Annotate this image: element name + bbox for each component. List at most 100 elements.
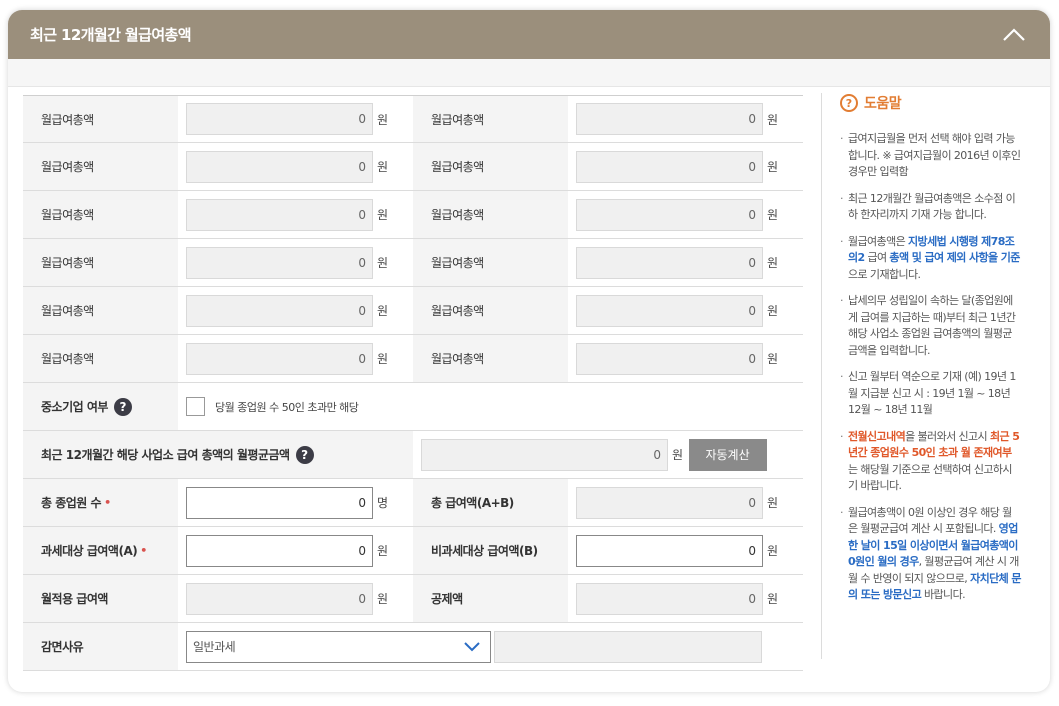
applied-label: 월적용 급여액 [23,575,178,622]
reduction-selected: 일반과세 [193,640,236,654]
monthly-pay-input[interactable] [576,246,763,279]
monthly-pay-input[interactable] [576,342,763,375]
unit-label: 원 [767,208,778,222]
unit-label: 원 [767,112,778,127]
form-table: 월급여총액 원 월급여총액 원 월급여총액 원 월급여총액 원 월급여총액 원 … [23,95,803,671]
chevron-up-icon [1003,27,1025,41]
unit-label: 원 [767,352,778,366]
help-text: 으로 기재합니다. [848,267,921,281]
help-text: 최근 12개월간 월급여총액은 소수점 이하 한자리까지 기재 가능 합니다. [848,191,1016,222]
row-label: 월급여총액 [413,96,568,142]
sme-label-text: 중소기업 여부 [41,400,108,414]
help-panel: ? 도움말 급여지급월을 먼저 선택 해야 입력 가능 합니다. ※ 급여지급월… [821,93,1022,659]
monthly-pay-input[interactable] [576,294,763,327]
row-label: 월급여총액 [413,143,568,190]
monthly-pay-input[interactable] [576,198,763,231]
help-item: 급여지급월을 먼저 선택 해야 입력 가능 합니다. ※ 급여지급월이 2016… [840,131,1021,181]
total-pay-label: 총 급여액(A+B) [413,479,568,526]
table-row: 과세대상 급여액(A)• 원 비과세대상 급여액(B) 원 [23,527,803,575]
sme-checkbox[interactable] [186,397,205,416]
taxable-input[interactable] [186,534,373,567]
table-row: 감면사유 일반과세 [23,623,803,671]
help-text: 바랍니다. [921,588,966,601]
table-row: 총 종업원 수• 명 총 급여액(A+B) 원 [23,479,803,527]
monthly-pay-input[interactable] [186,103,373,135]
row-label: 월급여총액 [413,287,568,334]
question-icon[interactable]: ? [295,445,314,464]
unit-label: 원 [377,112,388,127]
help-item: 최근 12개월간 월급여총액은 소수점 이하 한자리까지 기재 가능 합니다. [840,191,1021,224]
monthly-pay-input[interactable] [186,150,373,183]
monthly-pay-input[interactable] [576,103,763,135]
help-text: 납세의무 성립일이 속하는 달(종업원에게 급여를 지급하는 때)부터 최근 1… [848,294,1016,357]
employees-label-text: 총 종업원 수 [41,496,102,510]
help-text: 급여지급월을 먼저 선택 해야 입력 가능 합니다. ※ 급여지급월이 2016… [848,132,1021,178]
monthly-pay-input[interactable] [186,198,373,231]
help-item: 납세의무 성립일이 속하는 달(종업원에게 급여를 지급하는 때)부터 최근 1… [840,293,1021,359]
reduction-select[interactable]: 일반과세 [186,630,491,663]
unit-label: 원 [377,352,388,366]
sme-label: 중소기업 여부 ? [23,383,178,430]
row-label: 월급여총액 [23,287,178,334]
row-label: 월급여총액 [413,335,568,382]
help-list: 급여지급월을 먼저 선택 해야 입력 가능 합니다. ※ 급여지급월이 2016… [840,131,1022,604]
table-row: 월급여총액 원 월급여총액 원 [23,95,803,143]
help-question-icon: ? [840,94,858,112]
monthly-pay-input[interactable] [186,246,373,279]
help-item: 신고 월부터 역순으로 기재 (예) 19년 1월 지급분 신고 시 : 19년… [840,369,1021,419]
table-row: 월급여총액 원 월급여총액 원 [23,143,803,191]
employees-input[interactable] [186,486,373,519]
unit-label: 원 [377,256,388,270]
unit-label: 원 [377,208,388,222]
reduction-value: 일반과세 [178,623,803,670]
unit-label: 원 [767,256,778,270]
help-item: 전월신고내역을 불러와서 신고시 최근 5년간 종업원수 50인 초과 월 존재… [840,429,1021,495]
unit-label: 원 [672,448,683,462]
panel-subbar [8,59,1050,87]
row-label: 월급여총액 [23,239,178,286]
help-text: 을 불러와서 신고시 [905,429,990,443]
unit-label: 원 [377,304,388,318]
average-amount-input[interactable] [421,438,668,471]
row-label: 월급여총액 [413,191,568,238]
question-icon[interactable]: ? [113,397,132,416]
nontaxable-input[interactable] [576,534,763,567]
average-value: 원 자동계산 [413,431,803,478]
auto-calc-button[interactable]: 자동계산 [688,438,767,471]
average-label: 최근 12개월간 해당 사업소 급여 총액의 월평균금액 ? [23,431,413,478]
help-text: 총액 및 급여 제외 사항을 기준 [889,251,1020,264]
applied-input[interactable] [186,582,373,615]
row-label: 월급여총액 [23,335,178,382]
help-title-text: 도움말 [864,96,902,112]
monthly-pay-input[interactable] [576,150,763,183]
collapse-button[interactable] [1000,21,1028,49]
help-item: 월급여총액은 지방세법 시행령 제78조의2 급여 총액 및 급여 제외 사항을… [840,234,1021,284]
unit-label: 명 [377,496,388,510]
unit-label: 원 [767,544,778,558]
table-row: 월급여총액 원 월급여총액 원 [23,191,803,239]
table-row: 월적용 급여액 원 공제액 원 [23,575,803,623]
unit-label: 원 [377,160,388,174]
unit-label: 원 [767,160,778,174]
average-label-text: 최근 12개월간 해당 사업소 급여 총액의 월평균금액 [41,448,290,462]
row-label: 월급여총액 [23,143,178,190]
unit-label: 원 [767,304,778,318]
sme-row: 중소기업 여부 ? 당월 종업원 수 50인 초과만 해당 [23,383,803,431]
help-text: 전월신고내역 [848,429,906,443]
deduction-label: 공제액 [413,575,568,622]
monthly-pay-input[interactable] [186,342,373,375]
row-label: 월급여총액 [23,191,178,238]
monthly-pay-input[interactable] [186,294,373,327]
chevron-down-icon [464,641,480,651]
taxable-label: 과세대상 급여액(A) • [23,527,178,574]
unit-label: 원 [767,496,778,510]
total-pay-input[interactable] [576,486,763,519]
reduction-detail-field[interactable] [494,630,762,663]
table-row: 월급여총액 원 월급여총액 원 [23,287,803,335]
deduction-input[interactable] [576,582,763,615]
employees-label: 총 종업원 수 • [23,479,178,526]
help-text: 는 해당월 기준으로 선택하여 신고하시기 바랍니다. [848,462,1013,493]
table-row: 월급여총액 원 월급여총액 원 [23,335,803,383]
help-text: 급여 [864,251,890,264]
row-label: 월급여총액 [413,239,568,286]
